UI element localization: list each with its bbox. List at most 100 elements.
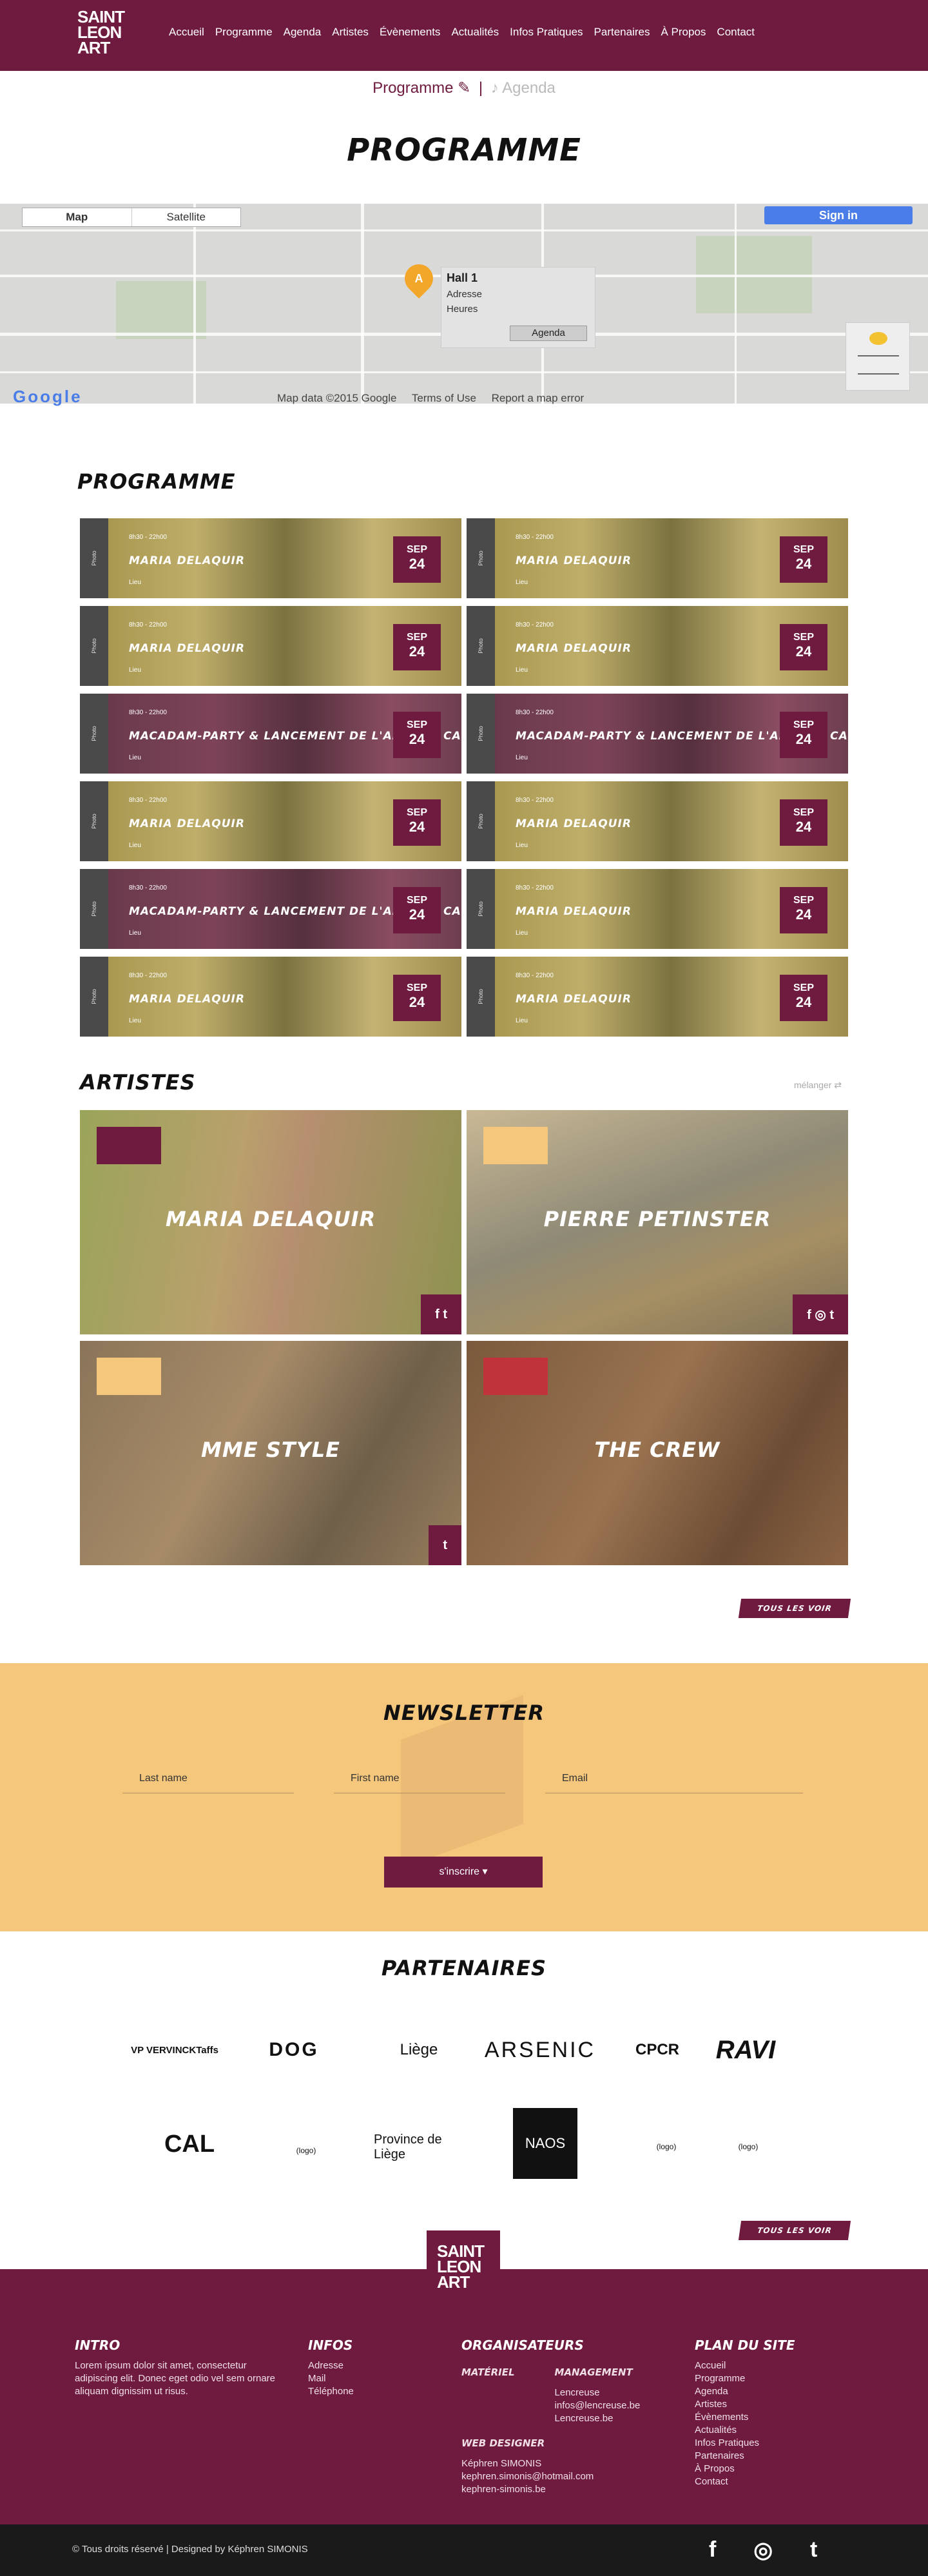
twitter-icon[interactable]: t [810, 2537, 817, 2563]
sitemap-link[interactable]: Actualités [695, 2424, 824, 2437]
nav-evenements[interactable]: Évènements [380, 26, 441, 39]
nav-artistes[interactable]: Artistes [332, 26, 369, 39]
footer-logo[interactable]: SAINT LEON ART [427, 2230, 500, 2301]
programme-card[interactable]: Photo 8h30 - 22h00 MARIA DELAQUIR Lieu SEP 24 [467, 606, 848, 686]
partner-logo[interactable]: DOG [242, 2031, 345, 2069]
artist-card[interactable]: MME STYLE t [80, 1341, 461, 1565]
artists-see-all-button[interactable]: TOUS LES VOIR [738, 1599, 851, 1618]
tab-programme[interactable]: Programme [372, 79, 453, 97]
map-data-text: Map data ©2015 Google [277, 392, 397, 404]
map-terms-link[interactable]: Terms of Use [412, 392, 476, 404]
zoom-out-icon[interactable] [858, 373, 899, 375]
logo-line: ART [437, 2272, 470, 2292]
main-nav: Accueil Programme Agenda Artistes Évènem… [169, 26, 766, 39]
programme-card[interactable]: Photo 8h30 - 22h00 MARIA DELAQUIR Lieu SEP 24 [467, 518, 848, 598]
map-report-link[interactable]: Report a map error [492, 392, 585, 404]
card-side-label: Photo [478, 551, 484, 566]
shuffle-label: mélanger [794, 1080, 832, 1090]
programme-card[interactable]: Photo 8h30 - 22h00 MARIA DELAQUIR Lieu SEP 24 [467, 869, 848, 949]
footer-web-line[interactable]: kephren.simonis@hotmail.com [461, 2470, 687, 2483]
card-photo-strip: Photo [80, 606, 108, 686]
map-toggle-satellite[interactable]: Satellite [132, 208, 241, 226]
tab-agenda[interactable]: Agenda [502, 79, 556, 97]
sitemap-link[interactable]: Partenaires [695, 2450, 824, 2463]
first-name-field[interactable]: First name [334, 1768, 505, 1793]
info-agenda-button[interactable]: Agenda [510, 326, 587, 341]
partner-logo[interactable]: NAOS [513, 2108, 577, 2179]
partner-logo[interactable]: (logo) [719, 2121, 777, 2172]
sitemap-link[interactable]: Accueil [695, 2359, 824, 2372]
nav-a-propos[interactable]: À Propos [661, 26, 706, 39]
card-location: Lieu [129, 579, 141, 586]
partners-see-all-button[interactable]: TOUS LES VOIR [738, 2221, 851, 2240]
partner-logo[interactable]: CPCR [619, 2024, 696, 2076]
card-date-badge: SEP 24 [780, 536, 827, 583]
programme-card[interactable]: Photo 8h30 - 22h00 MARIA DELAQUIR Lieu SEP 24 [467, 781, 848, 861]
card-time: 8h30 - 22h00 [129, 972, 167, 979]
social-icons[interactable]: f ◎ t [807, 1307, 834, 1323]
partner-logo[interactable]: (logo) [277, 2125, 335, 2176]
footer-web-line[interactable]: kephren-simonis.be [461, 2483, 687, 2496]
card-time: 8h30 - 22h00 [129, 709, 167, 716]
instagram-icon[interactable]: ◎ [753, 2537, 773, 2563]
partner-logo[interactable]: CAL [125, 2118, 254, 2170]
partner-logo[interactable]: (logo) [634, 2114, 699, 2179]
bell-icon: ♪ [490, 79, 499, 97]
card-month: SEP [406, 632, 427, 643]
social-icons[interactable]: f t [435, 1307, 447, 1322]
programme-card[interactable]: Photo 8h30 - 22h00 MARIA DELAQUIR Lieu SEP 24 [80, 957, 461, 1037]
nav-contact[interactable]: Contact [717, 26, 755, 39]
map-marker[interactable]: A [398, 258, 440, 299]
nav-partenaires[interactable]: Partenaires [594, 26, 650, 39]
email-field[interactable]: Email [545, 1768, 803, 1793]
site-logo[interactable]: SAINT LEON ART [77, 8, 125, 56]
nav-programme[interactable]: Programme [215, 26, 273, 39]
artist-card[interactable]: PIERRE PETINSTER f ◎ t [467, 1110, 848, 1334]
footer-intro: INTRO Lorem ipsum dolor sit amet, consec… [75, 2337, 281, 2398]
nav-actualites[interactable]: Actualités [451, 26, 499, 39]
nav-infos-pratiques[interactable]: Infos Pratiques [510, 26, 583, 39]
sitemap-link[interactable]: Infos Pratiques [695, 2437, 824, 2450]
programme-card[interactable]: Photo 8h30 - 22h00 MACADAM-PARTY & LANCEME… [467, 694, 848, 774]
sitemap-link[interactable]: Contact [695, 2475, 824, 2488]
partner-logo[interactable]: Province de Liège [374, 2125, 477, 2170]
programme-card[interactable]: Photo 8h30 - 22h00 MARIA DELAQUIR Lieu SEP 24 [467, 957, 848, 1037]
social-icons[interactable]: t [443, 1538, 447, 1553]
programme-card[interactable]: Photo 8h30 - 22h00 MARIA DELAQUIR Lieu SEP 24 [80, 781, 461, 861]
facebook-icon[interactable]: f [709, 2537, 716, 2563]
programme-card[interactable]: Photo 8h30 - 22h00 MACADAM-PARTY & LANCEME… [80, 694, 461, 774]
footer-mgmt-line[interactable]: Lencreuse.be [555, 2412, 641, 2425]
card-day: 24 [409, 819, 425, 835]
map-zoom-control[interactable] [846, 322, 910, 391]
sitemap-link[interactable]: Programme [695, 2372, 824, 2385]
shuffle-link[interactable]: mélanger ⇄ [794, 1080, 842, 1091]
pegman-icon[interactable] [869, 332, 887, 345]
card-side-label: Photo [478, 989, 484, 1004]
footer-mgmt-line[interactable]: infos@lencreuse.be [555, 2399, 641, 2412]
artist-card[interactable]: MARIA DELAQUIR f t [80, 1110, 461, 1334]
map-sign-in-button[interactable]: Sign in [764, 206, 913, 224]
nav-agenda[interactable]: Agenda [284, 26, 322, 39]
nav-accueil[interactable]: Accueil [169, 26, 204, 39]
sitemap-link[interactable]: À Propos [695, 2463, 824, 2475]
sitemap-link[interactable]: Artistes [695, 2398, 824, 2411]
map-toggle-map[interactable]: Map [23, 208, 132, 226]
partner-logo[interactable]: Liège [387, 2024, 451, 2076]
programme-card[interactable]: Photo 8h30 - 22h00 MARIA DELAQUIR Lieu SEP 24 [80, 606, 461, 686]
sitemap-link[interactable]: Évènements [695, 2411, 824, 2424]
card-time: 8h30 - 22h00 [516, 534, 554, 541]
artist-card[interactable]: THE CREW [467, 1341, 848, 1565]
zoom-in-icon[interactable] [858, 355, 899, 356]
subscribe-button[interactable]: s'inscrire ▾ [384, 1857, 543, 1888]
sitemap-link[interactable]: Agenda [695, 2385, 824, 2398]
last-name-field[interactable]: Last name [122, 1768, 294, 1793]
card-photo-strip: Photo [467, 694, 495, 774]
programme-card[interactable]: Photo 8h30 - 22h00 MACADAM-PARTY & LANCEME… [80, 869, 461, 949]
card-time: 8h30 - 22h00 [129, 884, 167, 892]
card-side-label: Photo [91, 726, 97, 741]
programme-card[interactable]: Photo 8h30 - 22h00 MARIA DELAQUIR Lieu SEP 24 [80, 518, 461, 598]
partner-logo[interactable]: ARSENIC [463, 2031, 617, 2069]
partner-logo[interactable]: VP VERVINCKTaffs [126, 2031, 223, 2069]
partner-logo[interactable]: RAVI [704, 2031, 788, 2069]
google-logo: Google [13, 387, 82, 406]
